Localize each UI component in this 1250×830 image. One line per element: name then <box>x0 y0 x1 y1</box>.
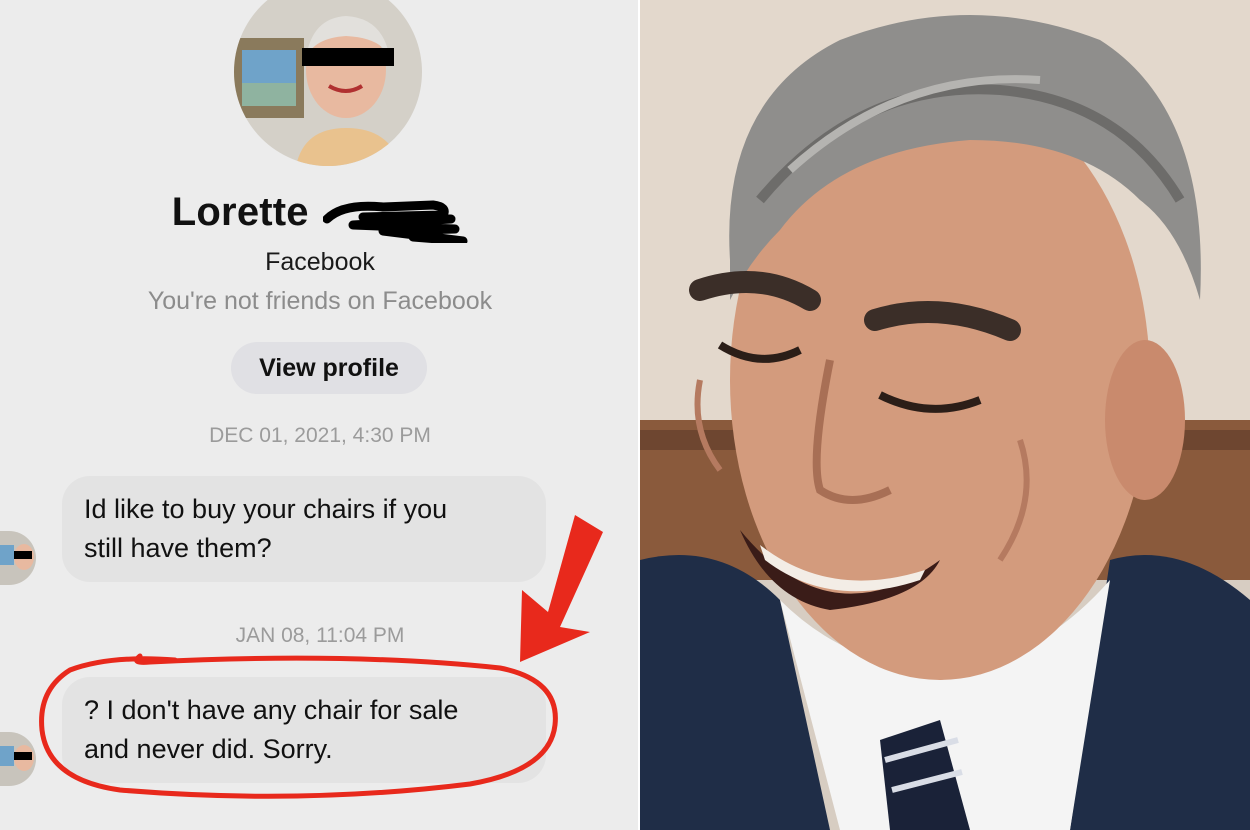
message-text-line: Id like to buy your chairs if you <box>84 494 448 524</box>
message-text-line: and never did. Sorry. <box>84 734 333 764</box>
platform-label: Facebook <box>265 248 375 276</box>
reaction-photo <box>640 0 1250 830</box>
sender-avatar <box>0 531 36 585</box>
sender-avatar <box>0 732 36 786</box>
message-text-line: still have them? <box>84 533 272 563</box>
redaction-scribble <box>323 200 468 243</box>
friend-status: You're not friends on Facebook <box>147 287 493 315</box>
profile-avatar[interactable] <box>234 0 422 166</box>
contact-name-row: Lorette <box>0 190 640 243</box>
messenger-panel: Lorette Facebook You're not friends on F… <box>0 0 640 830</box>
reply-message-bubble[interactable]: ? I don't have any chair for sale and ne… <box>62 677 546 783</box>
message-text-line: ? I don't have any chair for sale <box>84 695 459 725</box>
message-timestamp: DEC 01, 2021, 4:30 PM <box>209 424 431 447</box>
contact-name: Lorette <box>171 190 309 234</box>
message-timestamp: JAN 08, 11:04 PM <box>235 624 405 647</box>
incoming-message-bubble[interactable]: Id like to buy your chairs if you still … <box>62 476 546 582</box>
view-profile-button[interactable]: View profile <box>231 342 427 394</box>
